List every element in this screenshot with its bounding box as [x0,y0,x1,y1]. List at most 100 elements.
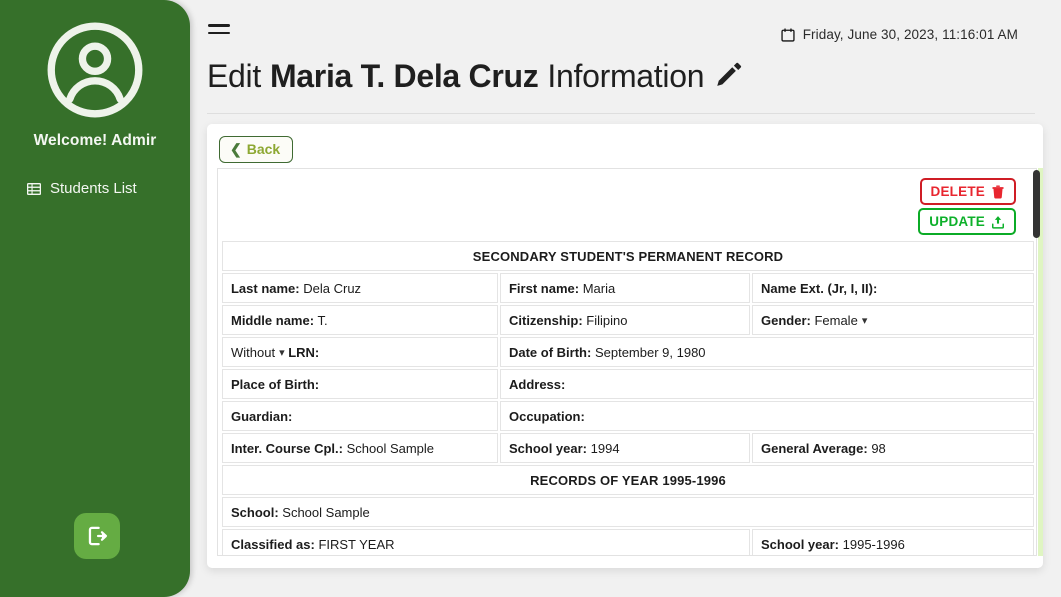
chevron-left-icon: ❮ [230,141,242,157]
chevron-down-icon: ▾ [279,346,285,359]
gender-select[interactable]: Female ▾ [814,313,867,328]
datetime-text: Friday, June 30, 2023, 11:16:01 AM [802,27,1018,42]
table-row: Last name: Dela Cruz First name: Maria N… [221,273,1035,303]
field-year-school-year[interactable]: School year: 1995-1996 [751,529,1035,555]
hamburger-bar [208,31,230,35]
field-last-name[interactable]: Last name: Dela Cruz [221,273,498,303]
update-button[interactable]: UPDATE [918,208,1016,235]
field-value: School Sample [346,440,435,456]
avatar [0,18,190,122]
permanent-record-table: SECONDARY STUDENT'S PERMANENT RECORD Las… [220,239,1036,555]
table-row: School: School Sample [221,497,1035,527]
trash-icon [992,184,1004,198]
field-date-of-birth[interactable]: Date of Birth: September 9, 1980 [499,337,1035,367]
field-lrn[interactable]: Without ▾ LRN: [221,337,498,367]
field-label: School year: [508,440,588,456]
back-row: ❮ Back [207,124,1043,163]
field-middle-name[interactable]: Middle name: T. [221,305,498,335]
sidebar-nav: Students List [0,176,190,201]
field-label: Name Ext. (Jr, I, II): [760,280,878,296]
datetime-display: Friday, June 30, 2023, 11:16:01 AM [781,27,1018,42]
content-card: ❮ Back DELETE UPDATE SECONDARY STUDENT'S… [207,124,1043,568]
update-button-label: UPDATE [929,214,985,229]
section-header-permanent: SECONDARY STUDENT'S PERMANENT RECORD [221,241,1035,271]
field-citizenship[interactable]: Citizenship: Filipino [499,305,750,335]
lrn-select-value: Without [230,344,276,360]
app-root: Welcome! Admir Students List Friday, Jun… [0,0,1061,597]
record-actions: DELETE UPDATE [218,169,1036,239]
field-inter-course[interactable]: Inter. Course Cpl.: School Sample [221,433,498,463]
field-school-year[interactable]: School year: 1994 [499,433,750,463]
chevron-down-icon: ▾ [861,314,868,327]
page-title: Edit Maria T. Dela Cruz Information [207,58,743,95]
header-divider [207,113,1035,114]
field-place-of-birth[interactable]: Place of Birth: [221,369,498,399]
table-row: Place of Birth: Address: [221,369,1035,399]
field-label: Place of Birth: [230,376,320,392]
field-label: School year: [760,536,840,552]
user-circle-icon [47,22,143,118]
field-value: T. [317,312,328,328]
field-label: General Average: [760,440,868,456]
field-value: FIRST YEAR [318,536,395,552]
field-value: School Sample [282,504,370,520]
lrn-select[interactable]: Without ▾ [231,345,285,360]
field-value: 1995-1996 [842,536,905,552]
record-scrollbar[interactable] [1033,170,1040,554]
field-label: LRN: [288,344,320,360]
field-label: Inter. Course Cpl.: [230,440,343,456]
field-label: School: [230,504,279,520]
section-header-year: RECORDS OF YEAR 1995-1996 [221,465,1035,495]
field-label: Date of Birth: [508,344,592,360]
field-gender[interactable]: Gender: Female ▾ [751,305,1035,335]
welcome-text: Welcome! Admir [33,132,157,149]
field-value: 98 [871,440,886,456]
field-label: First name: [508,280,580,296]
logout-button[interactable] [74,513,120,559]
field-label: Classified as: [230,536,315,552]
back-button-label: Back [246,141,281,157]
table-row: Classified as: FIRST YEAR School year: 1… [221,529,1035,555]
field-label: Occupation: [508,408,585,424]
field-label: Middle name: [230,312,315,328]
field-general-average[interactable]: General Average: 98 [751,433,1035,463]
calendar-icon [781,27,795,42]
field-value: Dela Cruz [303,280,362,296]
scrollbar-thumb[interactable] [1033,170,1040,238]
sidebar: Welcome! Admir Students List [0,0,190,597]
table-row: Middle name: T. Citizenship: Filipino Ge… [221,305,1035,335]
field-label: Address: [508,376,566,392]
field-address[interactable]: Address: [499,369,1035,399]
page-title-name: Maria T. Dela Cruz [269,58,539,94]
table-row: Guardian: Occupation: [221,401,1035,431]
field-occupation[interactable]: Occupation: [499,401,1035,431]
field-school[interactable]: School: School Sample [221,497,1035,527]
main-area: Friday, June 30, 2023, 11:16:01 AM Edit … [190,0,1061,597]
field-value: 1994 [590,440,620,456]
upload-icon [992,215,1004,229]
field-value: Filipino [586,312,628,328]
back-button[interactable]: ❮ Back [219,136,294,163]
field-guardian[interactable]: Guardian: [221,401,498,431]
delete-button[interactable]: DELETE [919,178,1016,205]
gender-select-value: Female [814,312,858,328]
topbar: Friday, June 30, 2023, 11:16:01 AM [190,0,1061,60]
field-classified-as[interactable]: Classified as: FIRST YEAR [221,529,750,555]
record-scroll-content: DELETE UPDATE SECONDARY STUDENT'S PERMAN… [218,169,1036,555]
record-scroll-area[interactable]: DELETE UPDATE SECONDARY STUDENT'S PERMAN… [217,168,1037,556]
field-label: Gender: [760,312,811,328]
field-value: Maria [582,280,616,296]
sidebar-item-label: Students List [50,180,137,197]
sidebar-item-students-list[interactable]: Students List [26,176,190,201]
field-first-name[interactable]: First name: Maria [499,273,750,303]
table-row: Inter. Course Cpl.: School Sample School… [221,433,1035,463]
field-name-ext[interactable]: Name Ext. (Jr, I, II): [751,273,1035,303]
field-value: September 9, 1980 [594,344,706,360]
pencil-icon[interactable] [713,62,743,92]
hamburger-icon[interactable] [208,24,230,40]
page-title-prefix: Edit [207,58,261,94]
delete-button-label: DELETE [930,184,985,199]
field-label: Guardian: [230,408,293,424]
logout-icon [88,526,108,546]
table-list-icon [27,182,41,195]
